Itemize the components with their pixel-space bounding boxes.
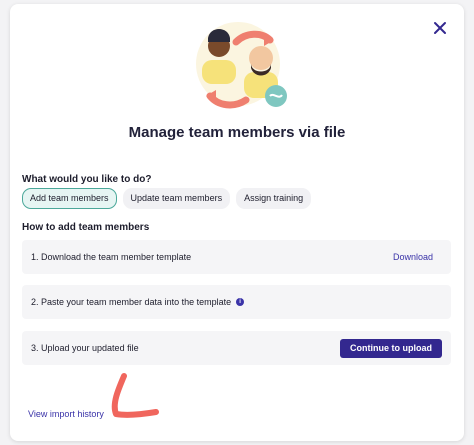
view-import-history-link[interactable]: View import history xyxy=(28,409,104,419)
step-2-text: 2. Paste your team member data into the … xyxy=(31,297,232,307)
annotation-arrow-mark xyxy=(111,373,159,418)
info-icon[interactable]: i xyxy=(236,298,245,306)
step-upload-file: 3. Upload your updated file Continue to … xyxy=(22,331,451,365)
step-3-text: 3. Upload your updated file xyxy=(31,343,139,353)
action-question: What would you like to do? xyxy=(22,174,152,185)
manage-team-members-modal: Manage team members via file What would … xyxy=(10,4,464,441)
team-members-illustration xyxy=(196,22,287,109)
step-download-template: 1. Download the team member template Dow… xyxy=(22,240,451,274)
close-icon[interactable] xyxy=(432,20,448,36)
step-1-text: 1. Download the team member template xyxy=(31,252,192,262)
how-to-heading: How to add team members xyxy=(22,222,150,233)
option-assign-training[interactable]: Assign training xyxy=(236,188,312,209)
download-link[interactable]: Download xyxy=(393,252,433,262)
step-paste-data: 2. Paste your team member data into the … xyxy=(22,285,451,319)
action-options: Add team members Update team members Ass… xyxy=(22,188,312,209)
option-add-team-members[interactable]: Add team members xyxy=(22,188,117,209)
option-update-team-members[interactable]: Update team members xyxy=(122,188,231,209)
modal-title: Manage team members via file xyxy=(128,124,346,141)
continue-to-upload-button[interactable]: Continue to upload xyxy=(340,338,442,358)
